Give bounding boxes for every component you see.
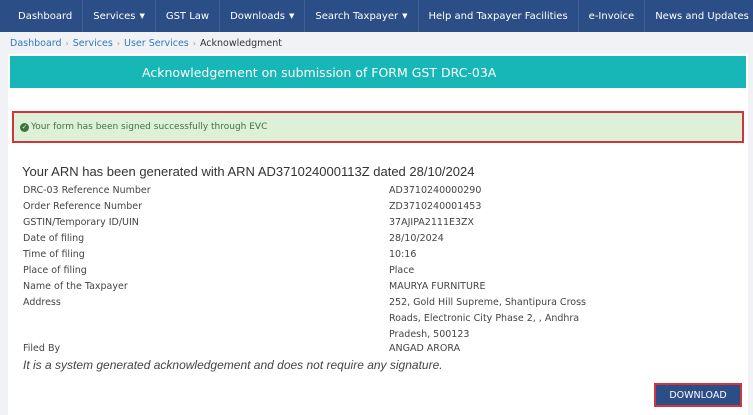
detail-label: Order Reference Number <box>23 201 143 212</box>
detail-label: Address <box>23 297 61 308</box>
nav-news-updates-label: News and Updates <box>655 10 749 22</box>
nav-help[interactable]: Help and Taxpayer Facilities <box>419 0 579 32</box>
detail-label: DRC-03 Reference Number <box>23 185 151 196</box>
detail-label: Name of the Taxpayer <box>23 281 128 292</box>
top-navbar: Dashboard Services ▼ GST Law Downloads ▼ S… <box>0 0 753 32</box>
detail-label: Date of filing <box>23 233 85 244</box>
detail-row-date: Date of filing 28/10/2024 <box>23 231 743 247</box>
nav-downloads-label: Downloads <box>230 10 286 22</box>
nav-search-taxpayer[interactable]: Search Taxpayer ▼ <box>305 0 419 32</box>
detail-value: 10:16 <box>389 249 417 260</box>
detail-label: Time of filing <box>23 249 85 260</box>
caret-down-icon: ▼ <box>402 12 408 20</box>
breadcrumb: Dashboard › Services › User Services › A… <box>0 32 753 54</box>
chevron-right-icon: › <box>192 38 196 48</box>
detail-value: 37AJIPA2111E3ZX <box>389 217 475 228</box>
nav-services[interactable]: Services ▼ <box>83 0 156 32</box>
nav-dashboard[interactable]: Dashboard <box>8 0 84 32</box>
detail-row-filed-by: Filed By ANGAD ARORA <box>23 343 743 355</box>
detail-row-time: Time of filing 10:16 <box>23 247 743 263</box>
detail-value: ANGAD ARORA <box>389 343 461 354</box>
detail-value: AD3710240000290 <box>389 185 482 196</box>
detail-label: GSTIN/Temporary ID/UIN <box>23 217 139 228</box>
check-circle-icon: ✓ <box>20 122 29 132</box>
breadcrumb-user-services[interactable]: User Services <box>124 38 189 49</box>
detail-value: 28/10/2024 <box>389 233 444 244</box>
nav-downloads[interactable]: Downloads ▼ <box>220 0 306 32</box>
nav-e-invoice-label: e-Invoice <box>588 10 635 22</box>
detail-value: ZD3710240001453 <box>389 201 482 212</box>
nav-search-taxpayer-label: Search Taxpayer <box>315 10 399 22</box>
detail-value: 252, Gold Hill Supreme, Shantipura Cross… <box>389 297 586 340</box>
caret-down-icon: ▼ <box>289 12 295 20</box>
breadcrumb-current: Acknowledgment <box>199 37 283 49</box>
nav-help-label: Help and Taxpayer Facilities <box>428 10 568 22</box>
nav-gst-law-label: GST Law <box>165 10 210 22</box>
breadcrumb-dashboard[interactable]: Dashboard <box>10 38 62 49</box>
detail-label: Place of filing <box>23 265 87 276</box>
caret-down-icon: ▼ <box>139 12 145 20</box>
nav-gst-law[interactable]: GST Law <box>156 0 221 32</box>
detail-value: Place <box>389 265 415 276</box>
success-alert-text: Your form has been signed successfully t… <box>31 122 268 132</box>
details-list: DRC-03 Reference Number AD3710240000290 … <box>23 183 743 355</box>
system-generated-note: It is a system generated acknowledgement… <box>23 358 443 372</box>
nav-news-updates[interactable]: News and Updates <box>645 0 753 32</box>
detail-row-order-ref: Order Reference Number ZD3710240001453 <box>23 199 743 215</box>
detail-row-taxpayer-name: Name of the Taxpayer MAURYA FURNITURE <box>23 279 743 295</box>
detail-row-gstin: GSTIN/Temporary ID/UIN 37AJIPA2111E3ZX <box>23 215 743 231</box>
detail-row-drc03-ref: DRC-03 Reference Number AD3710240000290 <box>23 183 743 199</box>
nav-services-label: Services <box>93 10 136 22</box>
arn-heading: Your ARN has been generated with ARN AD3… <box>22 164 475 179</box>
chevron-right-icon: › <box>65 38 69 48</box>
nav-e-invoice[interactable]: e-Invoice <box>579 0 646 32</box>
detail-row-address: Address 252, Gold Hill Supreme, Shantipu… <box>23 295 743 343</box>
chevron-right-icon: › <box>116 38 121 48</box>
success-alert: ✓ Your form has been signed successfully… <box>12 111 744 143</box>
breadcrumb-services[interactable]: Services <box>73 38 113 49</box>
detail-row-place: Place of filing Place <box>23 263 743 279</box>
detail-value: MAURYA FURNITURE <box>389 281 486 292</box>
acknowledgement-card: Acknowledgement on submission of FORM GS… <box>8 54 748 415</box>
nav-dashboard-label: Dashboard <box>18 10 73 22</box>
download-button[interactable]: DOWNLOAD <box>654 383 742 407</box>
page-title: Acknowledgement on submission of FORM GS… <box>10 56 746 88</box>
detail-label: Filed By <box>23 343 61 354</box>
